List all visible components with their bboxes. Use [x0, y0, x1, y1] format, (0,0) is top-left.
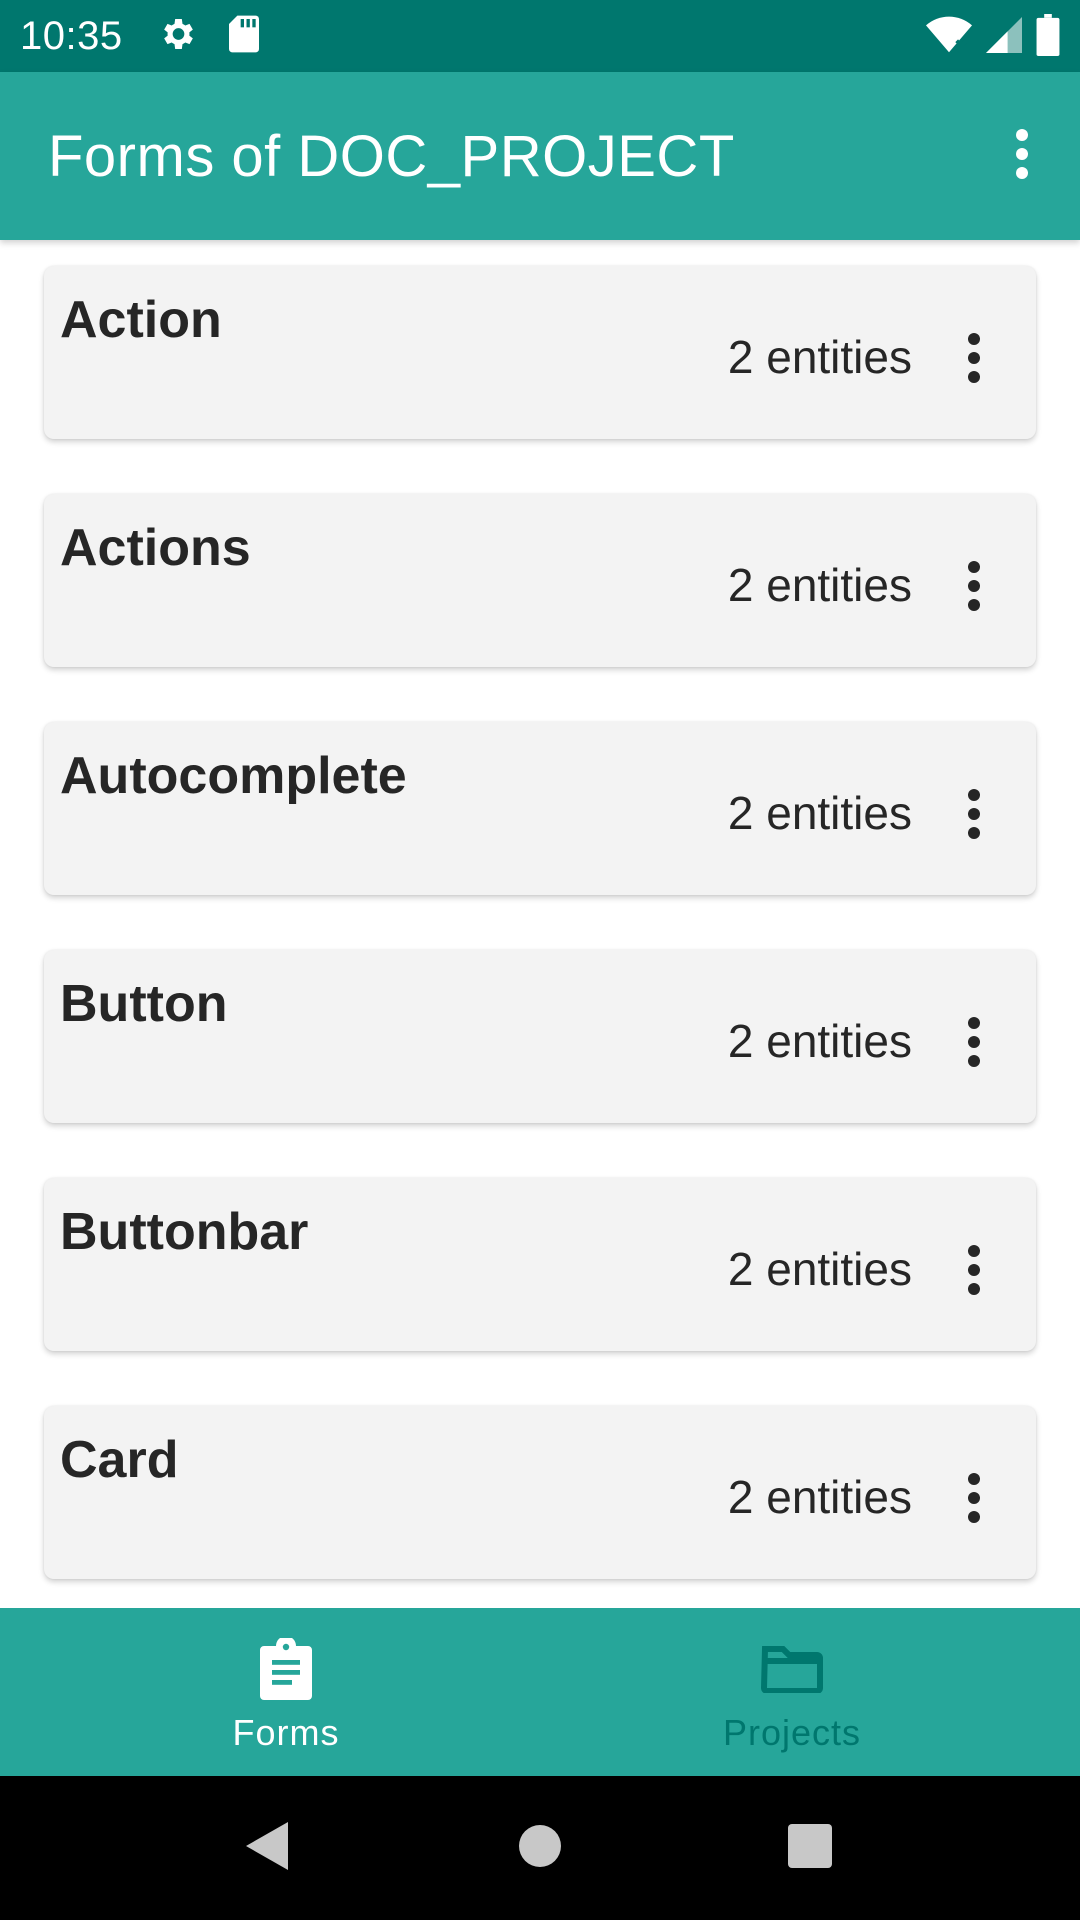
- form-card[interactable]: Actions 2 entities: [44, 494, 1036, 667]
- form-name: Card: [60, 1431, 179, 1489]
- system-navigation-bar: [0, 1776, 1080, 1920]
- form-name: Buttonbar: [60, 1203, 309, 1261]
- more-vert-icon: [966, 1016, 982, 1073]
- signal-icon: [986, 16, 1022, 59]
- form-name: Button: [60, 975, 228, 1033]
- entity-count: 2 entities: [727, 787, 912, 839]
- more-vert-icon: [1014, 128, 1030, 185]
- back-icon: [244, 1820, 292, 1877]
- gear-icon: [157, 14, 197, 59]
- form-card[interactable]: Button 2 entities: [44, 950, 1036, 1123]
- forms-list: Action 2 entities Actions 2 entities Aut…: [0, 240, 1080, 1608]
- nav-tab-forms[interactable]: Forms: [16, 1608, 556, 1776]
- app-bar: Forms of DOC_PROJECT: [0, 72, 1080, 240]
- form-menu-button[interactable]: [954, 1008, 994, 1080]
- form-card[interactable]: Buttonbar 2 entities: [44, 1178, 1036, 1351]
- form-menu-button[interactable]: [954, 780, 994, 852]
- sd-card-icon: [227, 14, 261, 59]
- form-menu-button[interactable]: [954, 1464, 994, 1536]
- more-vert-icon: [966, 560, 982, 617]
- entity-count: 2 entities: [727, 1243, 912, 1295]
- bottom-navigation: Forms Projects: [0, 1608, 1080, 1776]
- clipboard-icon: [258, 1638, 314, 1700]
- entity-count: 2 entities: [727, 1015, 912, 1067]
- form-name: Action: [60, 291, 222, 349]
- form-card[interactable]: Autocomplete 2 entities: [44, 722, 1036, 895]
- more-vert-icon: [966, 1472, 982, 1529]
- page-title: Forms of DOC_PROJECT: [48, 123, 735, 189]
- entity-count: 2 entities: [727, 1471, 912, 1523]
- form-menu-button[interactable]: [954, 324, 994, 396]
- recents-button[interactable]: [730, 1776, 890, 1920]
- form-card[interactable]: Card 2 entities: [44, 1406, 1036, 1579]
- status-bar: 10:35: [0, 0, 1080, 72]
- nav-tab-projects[interactable]: Projects: [522, 1608, 1062, 1776]
- home-icon: [518, 1824, 562, 1873]
- form-name: Autocomplete: [60, 747, 407, 805]
- recents-icon: [787, 1823, 833, 1874]
- form-menu-button[interactable]: [954, 552, 994, 624]
- entity-count: 2 entities: [727, 559, 912, 611]
- home-button[interactable]: [460, 1776, 620, 1920]
- back-button[interactable]: [188, 1776, 348, 1920]
- nav-label: Forms: [232, 1712, 340, 1753]
- folder-icon: [761, 1638, 823, 1700]
- nav-label: Projects: [722, 1712, 862, 1753]
- form-menu-button[interactable]: [954, 1236, 994, 1308]
- more-vert-icon: [966, 788, 982, 845]
- status-time: 10:35: [20, 13, 123, 58]
- wifi-icon: [926, 15, 972, 60]
- overflow-menu-button[interactable]: [998, 120, 1046, 192]
- form-card[interactable]: Action 2 entities: [44, 266, 1036, 439]
- entity-count: 2 entities: [727, 331, 912, 383]
- more-vert-icon: [966, 332, 982, 389]
- more-vert-icon: [966, 1244, 982, 1301]
- battery-icon: [1036, 14, 1060, 61]
- form-name: Actions: [60, 519, 251, 577]
